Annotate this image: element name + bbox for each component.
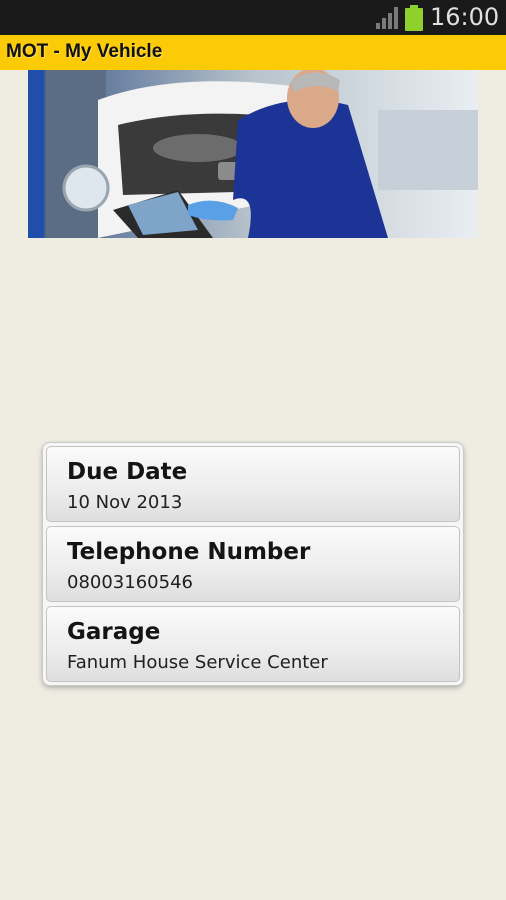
- telephone-number-label: Telephone Number: [67, 539, 311, 565]
- app-title-bar: MOT - My Vehicle: [0, 35, 506, 70]
- telephone-number-row[interactable]: Telephone Number 08003160546: [46, 526, 460, 602]
- due-date-row[interactable]: Due Date 10 Nov 2013: [46, 446, 460, 522]
- garage-value: Fanum House Service Center: [67, 652, 328, 673]
- garage-label: Garage: [67, 619, 161, 645]
- status-bar: 16:00: [0, 0, 506, 35]
- status-clock: 16:00: [430, 3, 500, 31]
- due-date-label: Due Date: [67, 459, 188, 485]
- mechanic-photo: [28, 70, 478, 238]
- telephone-number-value: 08003160546: [67, 572, 193, 593]
- vehicle-details-card: Due Date 10 Nov 2013 Telephone Number 08…: [43, 443, 463, 685]
- battery-icon: [405, 5, 423, 31]
- app-title: MOT - My Vehicle: [6, 41, 163, 62]
- due-date-value: 10 Nov 2013: [67, 492, 183, 513]
- garage-row[interactable]: Garage Fanum House Service Center: [46, 606, 460, 682]
- signal-icon: [376, 7, 398, 29]
